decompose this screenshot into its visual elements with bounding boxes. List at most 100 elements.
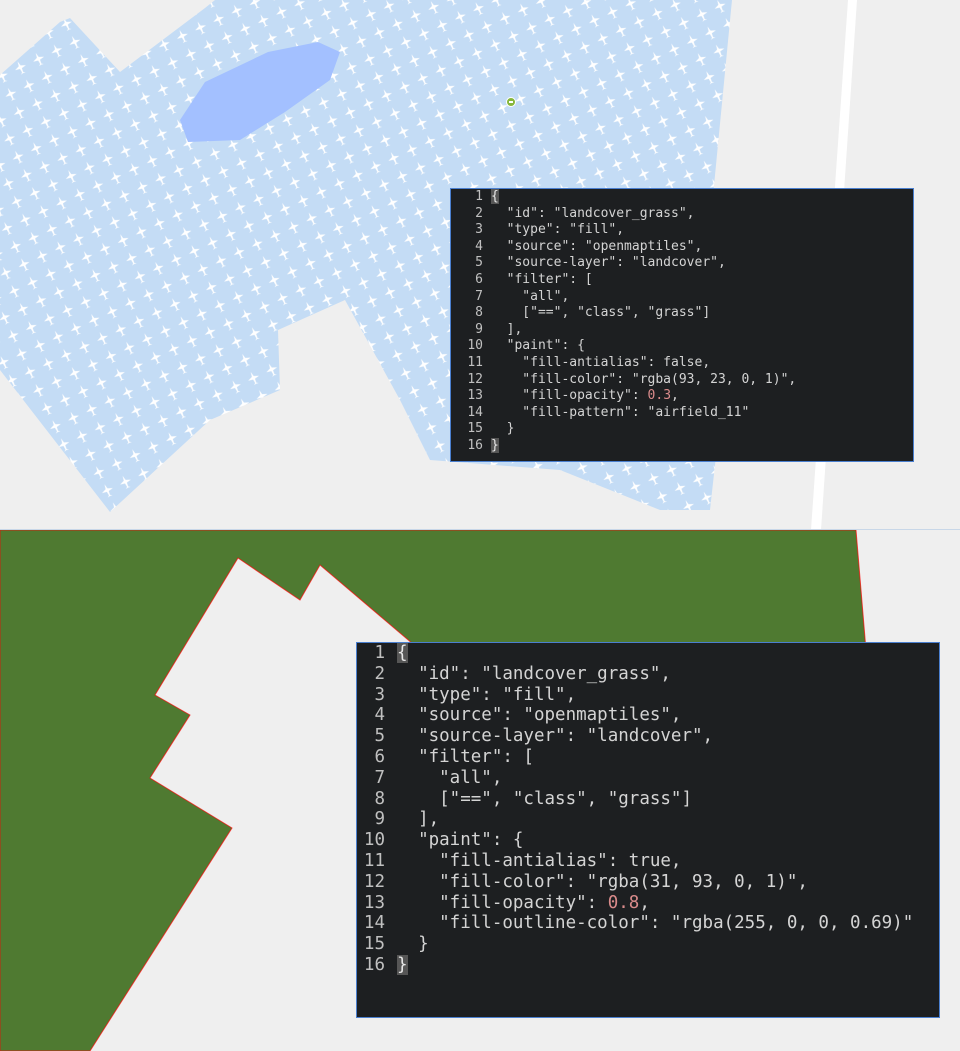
code-token: "fill-opacity": bbox=[397, 892, 608, 913]
line-number: 4 bbox=[475, 238, 483, 254]
code-line[interactable]: 10 "paint": { bbox=[451, 338, 913, 355]
code-line[interactable]: 1{ bbox=[357, 643, 939, 664]
style-json-editor-bottom[interactable]: 1{2 "id": "landcover_grass", 3 "type": "f… bbox=[356, 642, 940, 1018]
matched-brace: { bbox=[491, 189, 499, 204]
code-text[interactable]: "source-layer": "landcover", bbox=[491, 255, 913, 272]
code-text[interactable]: "all", bbox=[491, 289, 913, 306]
code-text[interactable]: "filter": [ bbox=[491, 272, 913, 289]
code-text[interactable]: "id": "landcover_grass", bbox=[397, 664, 939, 685]
code-text[interactable]: "source-layer": "landcover", bbox=[397, 726, 939, 747]
code-text[interactable]: "all", bbox=[397, 768, 939, 789]
line-number: 11 bbox=[467, 354, 483, 370]
line-number: 14 bbox=[467, 404, 483, 420]
matched-brace: } bbox=[491, 437, 499, 453]
line-number: 13 bbox=[467, 388, 483, 404]
code-text[interactable]: "filter": [ bbox=[397, 747, 939, 768]
code-text[interactable]: } bbox=[491, 437, 913, 455]
code-text[interactable]: } bbox=[491, 421, 913, 438]
code-text[interactable]: ["==", "class", "grass"] bbox=[491, 305, 913, 322]
code-text[interactable]: "source": "openmaptiles", bbox=[491, 239, 913, 256]
line-number: 3 bbox=[374, 684, 385, 705]
map-view-pattern-fill[interactable]: 1{2 "id": "landcover_grass", 3 "type": "f… bbox=[0, 0, 960, 530]
code-line[interactable]: 4 "source": "openmaptiles", bbox=[451, 239, 913, 256]
code-text[interactable]: "fill-antialias": false, bbox=[491, 355, 913, 372]
code-line[interactable]: 16} bbox=[451, 437, 913, 455]
code-text[interactable]: "id": "landcover_grass", bbox=[491, 206, 913, 223]
line-number: 11 bbox=[363, 850, 385, 871]
line-number: 15 bbox=[467, 421, 483, 437]
code-text[interactable]: "paint": { bbox=[491, 338, 913, 355]
line-number: 5 bbox=[374, 726, 385, 747]
number-literal: 0.8 bbox=[607, 892, 640, 913]
code-text[interactable]: "fill-pattern": "airfield_11" bbox=[491, 405, 913, 422]
code-line[interactable]: 2 "id": "landcover_grass", bbox=[357, 664, 939, 685]
code-token: "fill-opacity": bbox=[491, 388, 648, 404]
line-number: 6 bbox=[475, 271, 483, 287]
code-text[interactable]: "fill-opacity": 0.8, bbox=[397, 893, 939, 914]
code-line[interactable]: 16} bbox=[357, 954, 939, 976]
code-text[interactable]: { bbox=[397, 643, 939, 664]
code-line[interactable]: 8 ["==", "class", "grass"] bbox=[451, 305, 913, 322]
line-number: 7 bbox=[374, 767, 385, 788]
code-text[interactable]: "paint": { bbox=[397, 830, 939, 851]
line-number: 13 bbox=[363, 892, 385, 913]
code-text[interactable]: "fill-color": "rgba(31, 93, 0, 1)", bbox=[397, 872, 939, 893]
line-number: 12 bbox=[467, 371, 483, 387]
code-line[interactable]: 14 "fill-outline-color": "rgba(255, 0, 0… bbox=[357, 913, 939, 934]
code-line[interactable]: 5 "source-layer": "landcover", bbox=[451, 255, 913, 272]
code-line[interactable]: 6 "filter": [ bbox=[357, 747, 939, 768]
line-number: 6 bbox=[374, 746, 385, 767]
code-text[interactable]: } bbox=[397, 954, 939, 976]
matched-brace: } bbox=[397, 954, 408, 975]
line-number: 14 bbox=[363, 913, 385, 934]
code-text[interactable]: ], bbox=[491, 322, 913, 339]
code-line[interactable]: 12 "fill-color": "rgba(31, 93, 0, 1)", bbox=[357, 872, 939, 893]
line-number: 1 bbox=[374, 643, 385, 663]
code-text[interactable]: ["==", "class", "grass"] bbox=[397, 789, 939, 810]
code-line[interactable]: 10 "paint": { bbox=[357, 830, 939, 851]
line-number: 10 bbox=[363, 830, 385, 851]
code-line[interactable]: 7 "all", bbox=[357, 768, 939, 789]
code-line[interactable]: 1{ bbox=[451, 189, 913, 206]
line-number: 2 bbox=[475, 205, 483, 221]
code-line[interactable]: 9 ], bbox=[451, 322, 913, 339]
line-number: 9 bbox=[475, 321, 483, 337]
location-marker-icon[interactable] bbox=[506, 97, 516, 107]
code-text[interactable]: "fill-antialias": true, bbox=[397, 851, 939, 872]
code-text[interactable]: "fill-outline-color": "rgba(255, 0, 0, 0… bbox=[397, 913, 939, 934]
code-text[interactable]: "type": "fill", bbox=[491, 222, 913, 239]
line-number: 15 bbox=[363, 934, 385, 955]
code-line[interactable]: 6 "filter": [ bbox=[451, 272, 913, 289]
code-token: , bbox=[671, 388, 679, 404]
code-text[interactable]: "source": "openmaptiles", bbox=[397, 705, 939, 726]
line-number: 16 bbox=[363, 954, 385, 975]
code-text[interactable]: "type": "fill", bbox=[397, 685, 939, 706]
map-view-solid-fill[interactable]: 1{2 "id": "landcover_grass", 3 "type": "f… bbox=[0, 530, 960, 1051]
code-line[interactable]: 12 "fill-color": "rgba(93, 23, 0, 1)", bbox=[451, 372, 913, 389]
code-line[interactable]: 15 } bbox=[357, 934, 939, 955]
line-number: 5 bbox=[475, 255, 483, 271]
code-line[interactable]: 9 ], bbox=[357, 809, 939, 830]
code-line[interactable]: 7 "all", bbox=[451, 289, 913, 306]
code-line[interactable]: 5 "source-layer": "landcover", bbox=[357, 726, 939, 747]
code-line[interactable]: 11 "fill-antialias": false, bbox=[451, 355, 913, 372]
code-line[interactable]: 4 "source": "openmaptiles", bbox=[357, 705, 939, 726]
code-text[interactable]: { bbox=[491, 189, 913, 206]
code-line[interactable]: 8 ["==", "class", "grass"] bbox=[357, 789, 939, 810]
code-text[interactable]: "fill-color": "rgba(93, 23, 0, 1)", bbox=[491, 372, 913, 389]
line-number: 7 bbox=[475, 288, 483, 304]
code-line[interactable]: 15 } bbox=[451, 421, 913, 438]
code-text[interactable]: } bbox=[397, 934, 939, 955]
code-line[interactable]: 3 "type": "fill", bbox=[357, 685, 939, 706]
line-number: 12 bbox=[363, 871, 385, 892]
code-line[interactable]: 13 "fill-opacity": 0.8, bbox=[357, 893, 939, 914]
code-line[interactable]: 13 "fill-opacity": 0.3, bbox=[451, 388, 913, 405]
code-text[interactable]: ], bbox=[397, 809, 939, 830]
code-line[interactable]: 3 "type": "fill", bbox=[451, 222, 913, 239]
style-json-editor-top[interactable]: 1{2 "id": "landcover_grass", 3 "type": "f… bbox=[450, 188, 914, 462]
code-line[interactable]: 2 "id": "landcover_grass", bbox=[451, 206, 913, 223]
code-line[interactable]: 14 "fill-pattern": "airfield_11" bbox=[451, 405, 913, 422]
line-number: 4 bbox=[374, 705, 385, 726]
code-text[interactable]: "fill-opacity": 0.3, bbox=[491, 388, 913, 405]
code-line[interactable]: 11 "fill-antialias": true, bbox=[357, 851, 939, 872]
